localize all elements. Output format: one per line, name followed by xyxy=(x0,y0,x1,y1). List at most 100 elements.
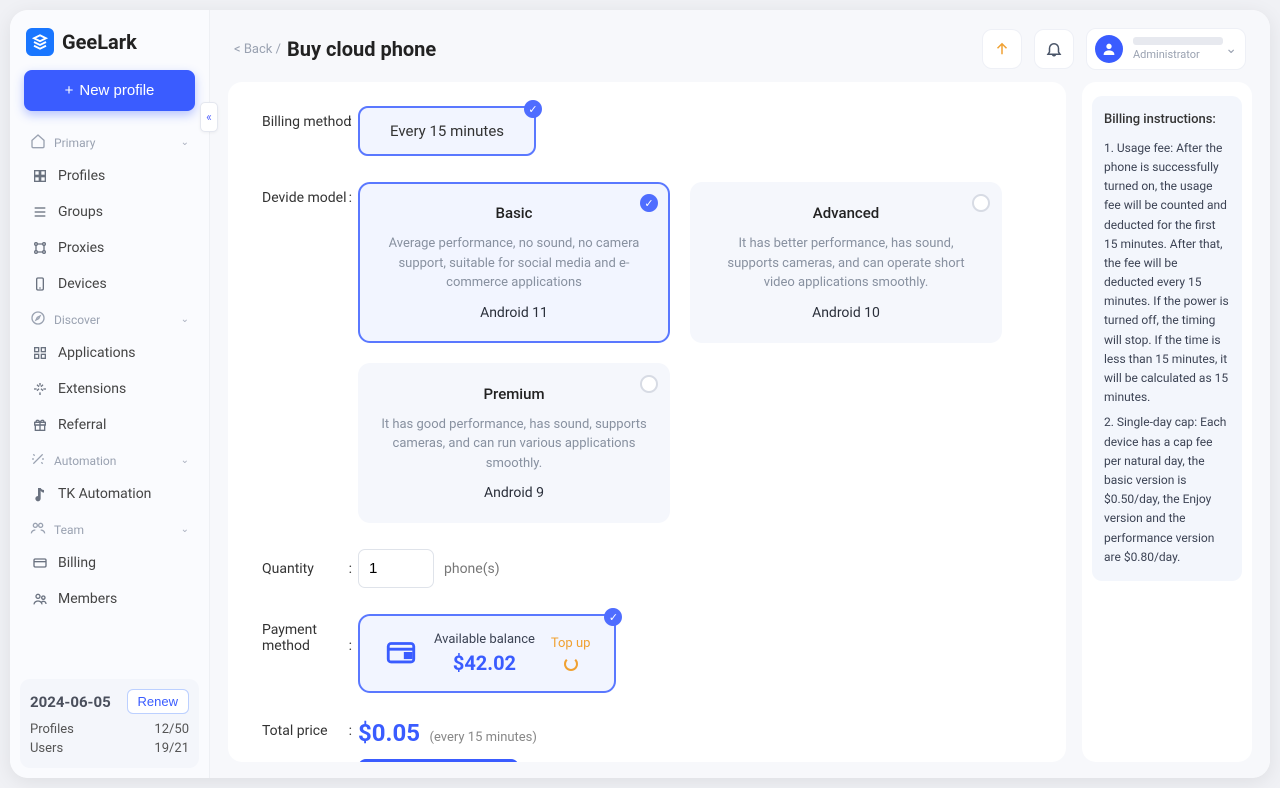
brand-name: GeeLark xyxy=(62,30,137,54)
sidebar-item-applications[interactable]: Applications xyxy=(20,335,199,371)
model-description: Average performance, no sound, no camera… xyxy=(380,234,648,293)
model-name: Advanced xyxy=(712,204,980,222)
upload-icon xyxy=(993,40,1011,58)
sidebar-footer: 2024-06-05 Renew Profiles 12/50 Users 19… xyxy=(20,679,199,768)
billing-instructions-panel: Billing instructions: 1. Usage fee: Afte… xyxy=(1082,82,1252,762)
instructions-title: Billing instructions: xyxy=(1104,110,1230,131)
user-role: Administrator xyxy=(1133,48,1223,61)
sidebar-item-label: TK Automation xyxy=(58,486,151,502)
nav-group-automation[interactable]: Automation⌄ xyxy=(20,443,199,476)
sidebar: GeeLark + New profile Primary⌄ProfilesGr… xyxy=(10,10,210,778)
quantity-input[interactable] xyxy=(358,549,434,588)
plan-expiry-date: 2024-06-05 xyxy=(30,693,111,711)
device-model-label: Devide model xyxy=(262,182,358,206)
sidebar-item-label: Referral xyxy=(58,417,106,433)
nav-group-label: Primary xyxy=(54,136,95,150)
user-name-redacted xyxy=(1133,37,1223,45)
wallet-icon xyxy=(384,635,418,673)
sidebar-item-label: Devices xyxy=(58,276,107,292)
check-icon: ✓ xyxy=(524,100,542,118)
profiles-stat-label: Profiles xyxy=(30,722,74,737)
people-icon xyxy=(30,520,46,539)
upload-button[interactable] xyxy=(982,29,1022,69)
users-stat-label: Users xyxy=(30,741,63,756)
model-android-version: Android 10 xyxy=(712,305,980,321)
nav-group-discover[interactable]: Discover⌄ xyxy=(20,302,199,335)
quantity-unit: phone(s) xyxy=(444,561,500,577)
chevron-down-icon: ⌄ xyxy=(1225,41,1237,57)
payment-balance-option[interactable]: Available balance $42.02 Top up ✓ xyxy=(358,614,616,693)
compass-icon xyxy=(30,310,46,329)
model-card-basic[interactable]: ✓Basic Average performance, no sound, no … xyxy=(358,182,670,343)
brand-logo: GeeLark xyxy=(20,28,199,70)
billing-icon xyxy=(32,555,48,571)
page-title: Buy cloud phone xyxy=(287,37,436,61)
total-price-value: $0.05 xyxy=(358,719,420,747)
quantity-label: Quantity xyxy=(262,561,358,577)
content-row: Billing method Every 15 minutes ✓ Devide… xyxy=(210,80,1270,778)
apps-icon xyxy=(32,345,48,361)
nav-group-label: Discover xyxy=(54,313,100,327)
sidebar-item-tk-automation[interactable]: TK Automation xyxy=(20,476,199,512)
user-menu[interactable]: Administrator ⌄ xyxy=(1086,28,1246,70)
check-icon: ✓ xyxy=(640,194,658,212)
sidebar-item-profiles[interactable]: Profiles xyxy=(20,158,199,194)
billing-method-label: Billing method xyxy=(262,106,358,130)
back-link[interactable]: < Back / xyxy=(234,42,281,57)
proxies-icon xyxy=(32,240,48,256)
form-panel: Billing method Every 15 minutes ✓ Devide… xyxy=(228,82,1066,762)
sidebar-item-label: Proxies xyxy=(58,240,104,256)
avatar-icon xyxy=(1095,35,1123,63)
nav-group-primary[interactable]: Primary⌄ xyxy=(20,125,199,158)
billing-option-15min[interactable]: Every 15 minutes ✓ xyxy=(358,106,536,156)
model-card-advanced[interactable]: Advanced It has better performance, has s… xyxy=(690,182,1002,343)
plus-icon: + xyxy=(65,82,74,99)
model-card-premium[interactable]: Premium It has good performance, has soun… xyxy=(358,363,670,524)
payment-method-label: Payment method xyxy=(262,614,358,654)
new-profile-button[interactable]: + New profile xyxy=(24,70,195,111)
instructions-p1: 1. Usage fee: After the phone is success… xyxy=(1104,139,1230,408)
renew-button[interactable]: Renew xyxy=(127,689,189,714)
model-android-version: Android 11 xyxy=(380,305,648,321)
sidebar-item-label: Extensions xyxy=(58,381,126,397)
brand-logo-icon xyxy=(26,28,54,56)
chevron-left-double-icon: « xyxy=(206,110,212,124)
chevron-down-icon: ⌄ xyxy=(181,455,189,466)
nav-group-team[interactable]: Team ⌄ xyxy=(20,512,199,545)
model-name: Basic xyxy=(380,204,648,222)
main-area: < Back / Buy cloud phone Administrator xyxy=(210,10,1270,778)
devices-icon xyxy=(32,276,48,292)
sidebar-item-members[interactable]: Members xyxy=(20,581,199,617)
nav-group-label: Team xyxy=(54,523,84,537)
billing-option-label: Every 15 minutes xyxy=(390,122,504,140)
chevron-down-icon: ⌄ xyxy=(181,524,189,535)
wand-icon xyxy=(30,451,46,470)
model-android-version: Android 9 xyxy=(380,485,648,501)
sidebar-item-groups[interactable]: Groups xyxy=(20,194,199,230)
gift-icon xyxy=(32,417,48,433)
balance-amount: $42.02 xyxy=(453,651,516,675)
sidebar-item-label: Members xyxy=(58,591,117,607)
radio-icon xyxy=(640,375,658,393)
groups-icon xyxy=(32,204,48,220)
sidebar-item-billing[interactable]: Billing xyxy=(20,545,199,581)
model-description: It has good performance, has sound, supp… xyxy=(380,415,648,474)
notifications-button[interactable] xyxy=(1034,29,1074,69)
sidebar-collapse-button[interactable]: « xyxy=(200,102,218,132)
ext-icon xyxy=(32,381,48,397)
profiles-stat-value: 12/50 xyxy=(154,722,189,737)
sidebar-item-extensions[interactable]: Extensions xyxy=(20,371,199,407)
users-stat-value: 19/21 xyxy=(154,741,189,756)
total-price-label: Total price xyxy=(262,719,358,739)
buy-button[interactable]: Buy it now xyxy=(358,759,519,762)
sidebar-item-devices[interactable]: Devices xyxy=(20,266,199,302)
model-name: Premium xyxy=(380,385,648,403)
bell-icon xyxy=(1045,40,1063,58)
breadcrumb: < Back / Buy cloud phone xyxy=(234,37,436,61)
radio-icon xyxy=(972,194,990,212)
model-description: It has better performance, has sound, su… xyxy=(712,234,980,293)
topup-link[interactable]: Top up xyxy=(551,636,591,651)
sidebar-item-proxies[interactable]: Proxies xyxy=(20,230,199,266)
profiles-icon xyxy=(32,168,48,184)
sidebar-item-referral[interactable]: Referral xyxy=(20,407,199,443)
